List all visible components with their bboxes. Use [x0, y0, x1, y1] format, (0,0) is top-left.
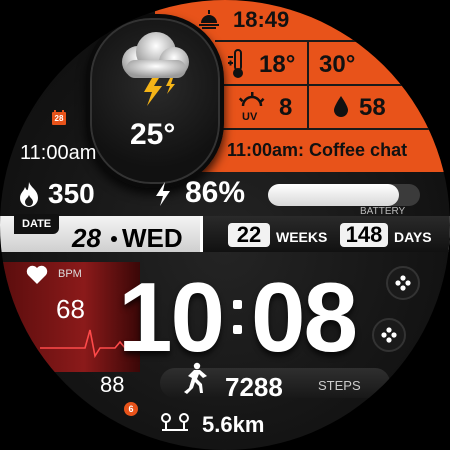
- dots-icon: [381, 327, 397, 343]
- floors-badge: 6: [124, 402, 138, 416]
- uv-icon: UV: [237, 92, 267, 127]
- next-event-time[interactable]: 11:00am: [20, 142, 96, 165]
- bpm-label: BPM: [58, 268, 82, 280]
- floors-value[interactable]: 88: [100, 372, 124, 398]
- time-hours: 10: [118, 262, 225, 372]
- watch-face: 18:49 18° 30° UV 8 58 11:00am: Coffee ch…: [0, 0, 450, 450]
- date-separator-dot: [111, 236, 117, 242]
- flame-icon: [17, 181, 41, 214]
- days-label: DAYS: [394, 229, 432, 245]
- weather-temp: 25°: [130, 118, 176, 151]
- humidity-drop-icon: [332, 95, 350, 124]
- temp-low: 18°: [259, 51, 296, 78]
- bolt-icon: [154, 182, 172, 211]
- date-day: 28: [72, 223, 101, 253]
- weeks-label: WEEKS: [276, 229, 328, 245]
- battery-bar-fill: [268, 184, 399, 206]
- calendar-day-badge: 28: [54, 114, 64, 123]
- uv-index: 8: [279, 94, 293, 121]
- time-colon: [233, 300, 242, 334]
- calories-value[interactable]: 350: [48, 178, 95, 210]
- time-minutes: 08: [251, 262, 358, 372]
- weather-bubble[interactable]: 25°: [86, 14, 224, 188]
- runner-icon: [178, 362, 208, 399]
- svg-text:UV: UV: [242, 111, 258, 122]
- calendar-event: 11:00am: Coffee chat: [227, 140, 408, 160]
- shortcut-button-top[interactable]: [386, 266, 420, 300]
- thermometer-icon: [227, 48, 249, 85]
- temp-high: 30°: [319, 51, 356, 78]
- date-label: DATE: [14, 214, 60, 234]
- heart-icon: [26, 265, 48, 290]
- battery-bar: [268, 184, 420, 206]
- week-number: 22: [228, 223, 270, 247]
- thunderstorm-cloud-icon: [112, 28, 198, 113]
- date-weekday: WED: [122, 223, 183, 253]
- day-of-year: 148: [340, 223, 388, 247]
- distance-value[interactable]: 5.6km: [202, 412, 264, 438]
- shortcut-button-bottom[interactable]: [372, 318, 406, 352]
- humidity-value: 58: [359, 94, 386, 121]
- distance-icon: [160, 412, 190, 439]
- sunrise-time: 18:49: [233, 7, 290, 32]
- dots-icon: [395, 275, 411, 291]
- steps-label: STEPS: [318, 378, 361, 393]
- battery-percent: 86%: [185, 176, 246, 209]
- steps-value[interactable]: 7288: [225, 372, 283, 403]
